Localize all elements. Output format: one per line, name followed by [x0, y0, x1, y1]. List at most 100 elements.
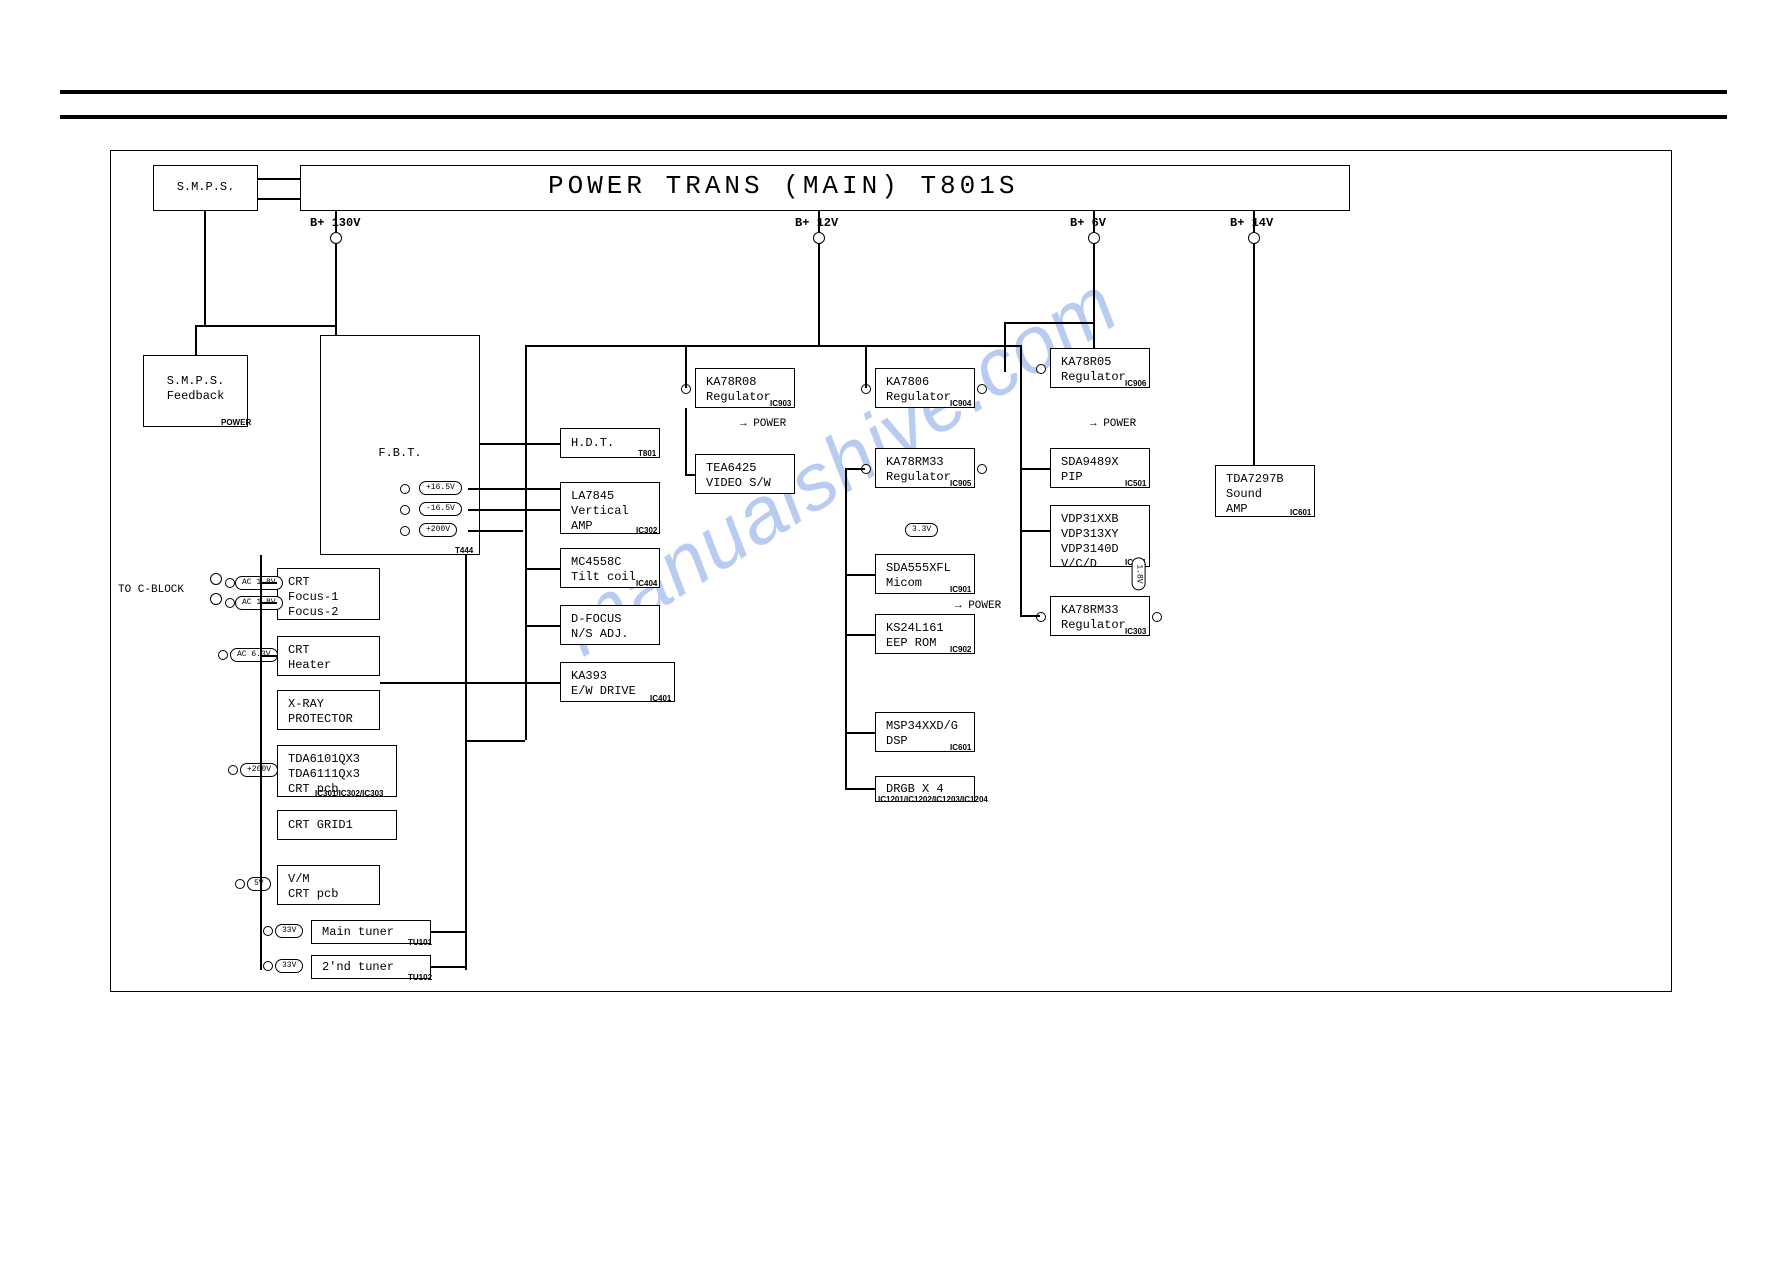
power-arrow: → POWER — [1090, 418, 1136, 430]
wire — [468, 488, 560, 490]
port-icon — [210, 573, 222, 585]
power-arrow: → POWER — [955, 600, 1001, 612]
ref: T801 — [638, 449, 656, 458]
wire — [431, 966, 465, 968]
ref: TU102 — [408, 973, 432, 982]
wire — [1004, 322, 1006, 372]
wire — [865, 345, 867, 388]
l: PROTECTOR — [288, 712, 353, 726]
port-icon — [225, 598, 235, 608]
crt-heater-block: CRT Heater — [277, 636, 380, 676]
l: VDP313XY — [1061, 527, 1119, 541]
l: Regulator — [1061, 618, 1126, 632]
wire — [258, 198, 300, 200]
l: MC4558C — [571, 555, 621, 569]
port-icon — [263, 961, 273, 971]
port-icon — [225, 578, 235, 588]
ref: IC601 — [1290, 508, 1311, 517]
wire — [1004, 322, 1094, 324]
l: AMP — [571, 519, 593, 533]
wire — [195, 325, 197, 355]
ref: IC903 — [770, 399, 791, 408]
l: V/M — [288, 872, 310, 886]
wire — [685, 408, 687, 474]
power-arrow: → POWER — [740, 418, 786, 430]
tea6425-block: TEA6425 VIDEO S/W — [695, 454, 795, 494]
ref: IC1201/IC1202/IC1203/IC1204 — [878, 795, 988, 804]
l: EEP ROM — [886, 636, 936, 650]
l: D-FOCUS — [571, 612, 621, 626]
pill: 5V — [247, 877, 271, 891]
l: Focus-1 — [288, 590, 338, 604]
wire — [431, 931, 465, 933]
smps-block: S.M.P.S. — [153, 165, 258, 211]
wire — [525, 345, 1020, 347]
l: CRT — [288, 575, 310, 589]
wire — [845, 788, 875, 790]
crt-grid-block: CRT GRID1 — [277, 810, 397, 840]
wire — [260, 602, 277, 604]
l: KA78R08 — [706, 375, 756, 389]
l: KA78RM33 — [1061, 603, 1119, 617]
port-icon — [218, 650, 228, 660]
port-icon — [977, 384, 987, 394]
ref: IC901 — [950, 585, 971, 594]
pill: +200V — [240, 763, 278, 777]
l: Tilt coil — [571, 570, 636, 584]
l: Vertical — [571, 504, 629, 518]
vm-block: V/M CRT pcb — [277, 865, 380, 905]
pill: +200V — [419, 523, 457, 537]
wire — [465, 555, 467, 970]
port-icon — [228, 765, 238, 775]
wire — [380, 682, 560, 684]
l: KA393 — [571, 669, 607, 683]
ref: IC501 — [1125, 479, 1146, 488]
l: Micom — [886, 576, 922, 590]
wire — [260, 555, 262, 970]
wire — [1093, 243, 1095, 348]
ref: IC906 — [1125, 379, 1146, 388]
top-rule-1 — [60, 90, 1727, 94]
tap-6v: B+ 6V — [1070, 216, 1106, 230]
port-icon — [400, 526, 410, 536]
l: KA78R05 — [1061, 355, 1111, 369]
ref: IC601 — [950, 743, 971, 752]
wire — [1253, 243, 1255, 465]
l: CRT pcb — [288, 887, 338, 901]
wire — [1020, 345, 1022, 615]
l: VIDEO S/W — [706, 476, 771, 490]
ref: IC401 — [650, 694, 671, 703]
l: SDA9489X — [1061, 455, 1119, 469]
l: PIP — [1061, 470, 1083, 484]
l: Regulator — [1061, 370, 1126, 384]
l: N/S ADJ. — [571, 627, 629, 641]
tap-12v: B+ 12V — [795, 216, 838, 230]
wire — [480, 443, 560, 445]
l: VDP31XXB — [1061, 512, 1119, 526]
l: Heater — [288, 658, 331, 672]
ref: IC904 — [950, 399, 971, 408]
ref: POWER — [221, 418, 251, 427]
port-icon — [1152, 612, 1162, 622]
ref: T444 — [455, 546, 473, 555]
wire — [685, 474, 695, 476]
smps-feedback-block: S.M.P.S. Feedback — [143, 355, 248, 427]
port-icon — [400, 484, 410, 494]
ref: IC902 — [950, 645, 971, 654]
l: Regulator — [886, 470, 951, 484]
l: V/C/D — [1061, 557, 1097, 571]
crt-focus-block: CRT Focus-1 Focus-2 — [277, 568, 380, 620]
wire — [258, 178, 300, 180]
pill: 33V — [275, 959, 303, 973]
port-icon — [235, 879, 245, 889]
tap-14v: B+ 14V — [1230, 216, 1273, 230]
xray-block: X-RAY PROTECTOR — [277, 690, 380, 730]
pill: 33V — [275, 924, 303, 938]
page: manualshive.com POWER TRANS (MAIN) T801S… — [0, 0, 1787, 1263]
l: X-RAY — [288, 697, 324, 711]
port-icon — [400, 505, 410, 515]
l: TDA6101QX3 — [288, 752, 360, 766]
power-trans-title: POWER TRANS (MAIN) T801S — [548, 171, 1018, 201]
wire — [335, 243, 337, 335]
ref: IC303 — [1125, 627, 1146, 636]
